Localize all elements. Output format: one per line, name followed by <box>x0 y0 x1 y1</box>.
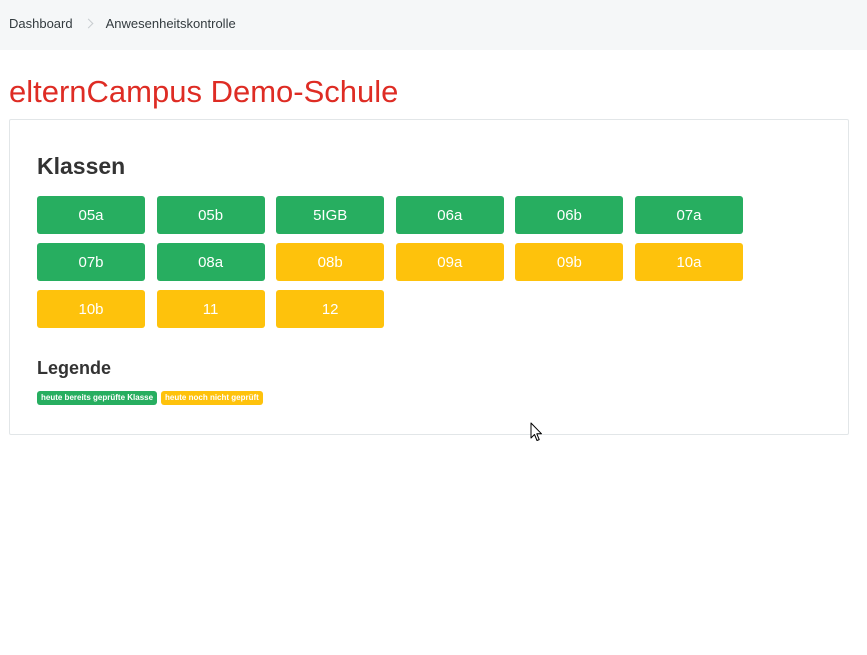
breadcrumb-link-dashboard[interactable]: Dashboard <box>9 16 73 31</box>
mouse-pointer-icon <box>530 422 542 441</box>
chevron-right-icon <box>83 18 94 29</box>
page-title: elternCampus Demo-Schule <box>9 74 399 109</box>
class-button[interactable]: 05a <box>37 196 145 234</box>
class-button[interactable]: 12 <box>276 290 385 328</box>
class-button[interactable]: 08b <box>276 243 385 281</box>
class-button[interactable]: 09b <box>515 243 624 281</box>
class-button[interactable]: 5IGB <box>276 196 385 234</box>
legend-heading: Legende <box>37 358 112 378</box>
legend-badge-checked: heute bereits geprüfte Klasse <box>37 391 158 405</box>
classes-card: Klassen 05a 05b 5IGB 06a 06b 07a 07b 08a 08b 09a 0… <box>9 119 849 435</box>
class-button[interactable]: 10a <box>634 243 743 281</box>
class-button[interactable]: 09a <box>395 243 504 281</box>
class-button[interactable]: 07a <box>634 196 743 234</box>
legend-badge-unchecked: heute noch nicht geprüft <box>161 391 263 405</box>
class-button[interactable]: 05b <box>156 196 265 234</box>
breadcrumb-bar: Dashboard Anwesenheitskontrolle <box>0 0 867 50</box>
class-grid: 05a 05b 5IGB 06a 06b 07a 07b 08a 08b 09a 09b 10a 10b… <box>37 196 743 328</box>
class-button[interactable]: 06a <box>395 196 504 234</box>
legend: heute bereits geprüfte Klasse heute noch… <box>37 391 263 405</box>
classes-heading: Klassen <box>37 153 126 179</box>
class-button[interactable]: 07b <box>37 243 145 281</box>
class-button[interactable]: 10b <box>37 290 145 328</box>
breadcrumb-current: Anwesenheitskontrolle <box>105 16 236 31</box>
breadcrumb: Dashboard Anwesenheitskontrolle <box>9 16 236 31</box>
class-button[interactable]: 06b <box>515 196 624 234</box>
class-button[interactable]: 08a <box>156 243 265 281</box>
class-button[interactable]: 11 <box>156 290 265 328</box>
